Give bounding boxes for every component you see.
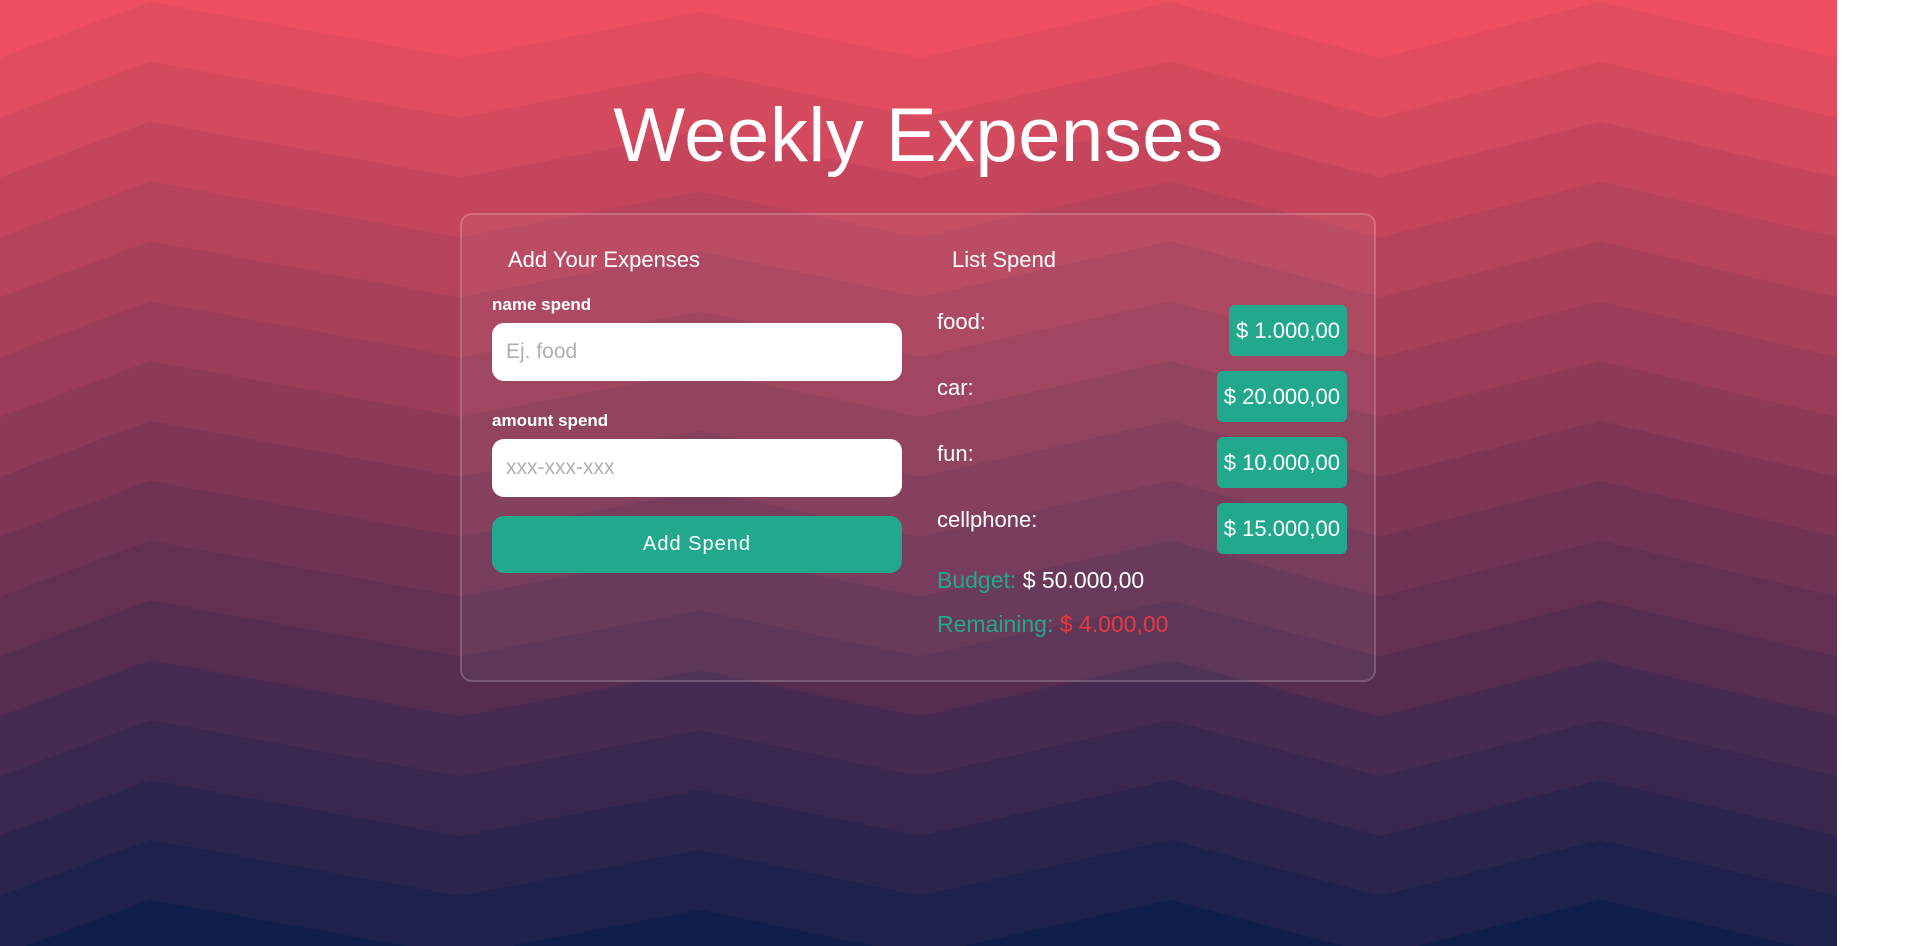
add-spend-button[interactable]: Add Spend bbox=[492, 516, 902, 573]
expenses-card: Add Your Expenses name spend amount spen… bbox=[460, 213, 1376, 682]
budget-label: Budget: bbox=[937, 567, 1017, 593]
remaining-value: $ 4.000,00 bbox=[1059, 611, 1169, 637]
expense-amount-badge: $ 15.000,00 bbox=[1216, 503, 1347, 554]
remaining-summary: Remaining: $ 4.000,00 bbox=[937, 611, 1168, 638]
expense-row: cellphone: $ 15.000,00 bbox=[937, 503, 1347, 555]
name-spend-label: name spend bbox=[492, 295, 592, 314]
amount-spend-input[interactable] bbox=[492, 439, 902, 497]
expense-name: cellphone: bbox=[937, 507, 1038, 532]
expense-row: car: $ 20.000,00 bbox=[937, 371, 1347, 423]
add-expenses-heading: Add Your Expenses bbox=[508, 247, 701, 272]
expense-row: food: $ 1.000,00 bbox=[937, 305, 1347, 357]
expense-amount-badge: $ 10.000,00 bbox=[1216, 437, 1347, 488]
name-spend-input[interactable] bbox=[492, 323, 902, 381]
expense-amount-badge: $ 1.000,00 bbox=[1229, 305, 1347, 356]
amount-spend-label: amount spend bbox=[492, 411, 609, 430]
budget-value: $ 50.000,00 bbox=[1022, 567, 1145, 593]
expense-amount-badge: $ 20.000,00 bbox=[1216, 371, 1347, 422]
page-title: Weekly Expenses bbox=[613, 93, 1224, 178]
expense-name: food: bbox=[937, 309, 986, 334]
list-spend-heading: List Spend bbox=[952, 247, 1056, 272]
expense-row: fun: $ 10.000,00 bbox=[937, 437, 1347, 489]
expense-name: fun: bbox=[937, 441, 974, 466]
expense-name: car: bbox=[937, 375, 974, 400]
budget-summary: Budget: $ 50.000,00 bbox=[937, 567, 1144, 594]
remaining-label: Remaining: bbox=[937, 611, 1054, 637]
